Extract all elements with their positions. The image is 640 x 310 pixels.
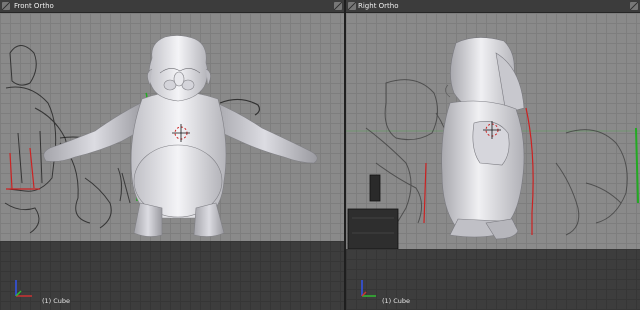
view-title: Right Ortho bbox=[358, 2, 399, 10]
view-title: Front Ortho bbox=[14, 2, 54, 10]
reference-sketch-red bbox=[6, 147, 40, 190]
hammer-prop bbox=[347, 174, 399, 249]
viewport-right[interactable]: Right Ortho (1) Cube bbox=[346, 0, 640, 310]
front-scene bbox=[4, 35, 318, 237]
axis-gizmo-icon bbox=[15, 280, 32, 297]
reference-sketch-green bbox=[635, 127, 639, 204]
viewport-header: Front Ortho bbox=[0, 0, 344, 13]
active-object-label: (1) Cube bbox=[382, 297, 411, 305]
viewport-front[interactable]: Front Ortho (1) Cube bbox=[0, 0, 346, 310]
view-area-right[interactable] bbox=[346, 13, 640, 249]
split-corner-icon[interactable] bbox=[2, 2, 10, 10]
active-object-label: (1) Cube bbox=[42, 297, 71, 305]
view-area-front[interactable] bbox=[0, 13, 344, 241]
character-mesh[interactable] bbox=[43, 35, 318, 237]
split-corner-icon[interactable] bbox=[348, 2, 356, 10]
split-corner-icon[interactable] bbox=[334, 2, 342, 10]
right-scene bbox=[346, 37, 640, 249]
character-mesh[interactable] bbox=[441, 37, 525, 240]
axis-gizmo-icon bbox=[361, 280, 376, 297]
viewport-header: Right Ortho bbox=[346, 0, 640, 13]
split-corner-icon[interactable] bbox=[630, 2, 638, 10]
